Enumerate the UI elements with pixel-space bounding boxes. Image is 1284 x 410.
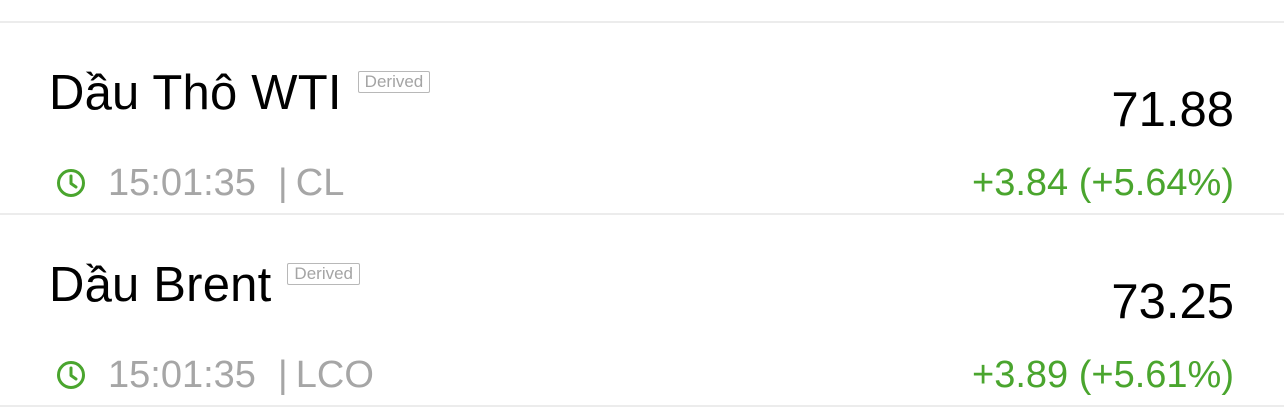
price-change: +3.84 (+5.64%) xyxy=(972,162,1234,204)
derived-badge: Derived xyxy=(287,263,361,285)
quote-row-wti[interactable]: Dầu Thô WTI Derived 71.88 15:01:35 | CL … xyxy=(0,23,1284,213)
last-price: 71.88 xyxy=(1111,83,1234,137)
quote-meta: 15:01:35 | LCO xyxy=(56,352,374,398)
ticker-symbol: CL xyxy=(295,162,345,204)
quote-row-brent[interactable]: Dầu Brent Derived 73.25 15:01:35 | LCO +… xyxy=(0,215,1284,405)
derived-badge: Derived xyxy=(357,71,431,93)
divider xyxy=(0,405,1284,407)
ticker-symbol: LCO xyxy=(295,354,374,396)
update-time: 15:01:35 xyxy=(108,162,256,204)
meta-separator: | xyxy=(277,354,288,396)
last-price: 73.25 xyxy=(1111,275,1234,329)
quote-title: Dầu Thô WTI Derived xyxy=(49,63,431,123)
meta-separator: | xyxy=(277,162,288,204)
clock-icon xyxy=(57,361,85,389)
quote-title: Dầu Brent Derived xyxy=(49,255,361,315)
clock-icon xyxy=(57,169,85,197)
update-time: 15:01:35 xyxy=(108,354,256,396)
instrument-name: Dầu Brent xyxy=(49,258,272,312)
price-change: +3.89 (+5.61%) xyxy=(972,354,1234,396)
instrument-name: Dầu Thô WTI xyxy=(49,66,342,120)
quote-meta: 15:01:35 | CL xyxy=(56,160,344,206)
quote-list: Dầu Thô WTI Derived 71.88 15:01:35 | CL … xyxy=(0,0,1284,410)
